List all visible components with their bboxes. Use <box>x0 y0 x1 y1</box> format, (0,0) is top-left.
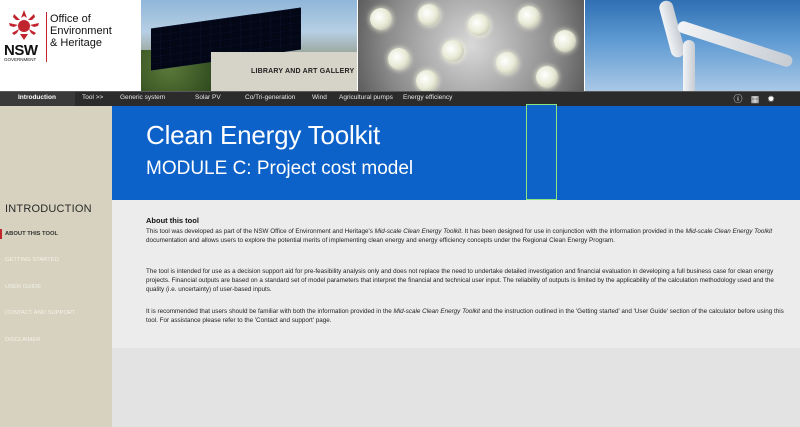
banner-image-light-bulbs <box>358 0 584 91</box>
p3-toolkit-title: Mid-scale Clean Energy Toolkit <box>393 308 481 315</box>
office-line-2: Environment <box>50 25 112 37</box>
p1-toolkit-title: Mid-scale Clean Energy Toolkit <box>374 228 462 235</box>
p1-toolkit-title-2: Mid-scale Clean Energy Toolkit <box>685 228 773 235</box>
bulb-icon <box>388 48 410 70</box>
p1-text-e: documentation and allows users to explor… <box>146 236 615 244</box>
calculator-icon[interactable]: ▦ <box>750 94 760 104</box>
sidebar-item-contact-and-support[interactable]: CONTACT AND SUPPORT <box>5 310 76 316</box>
content-footer-area <box>112 348 800 427</box>
logo-divider <box>46 12 47 62</box>
nav-item-agricultural-pumps[interactable]: Agricultural pumps <box>339 94 393 101</box>
p1-text-c: . It has been designed for use in conjun… <box>461 228 686 235</box>
sidebar: INTRODUCTION ABOUT THIS TOOL GETTING STA… <box>0 106 112 427</box>
sidebar-title: INTRODUCTION <box>5 203 92 215</box>
turbine-tower <box>683 40 695 91</box>
top-nav: Introduction Tool >> Generic system Sola… <box>0 91 800 106</box>
bulb-icon <box>554 30 576 52</box>
nav-item-solar-pv[interactable]: Solar PV <box>195 94 221 101</box>
bulb-icon <box>370 8 392 30</box>
government-wordmark: GOVERNMENT <box>4 57 37 62</box>
nav-item-wind[interactable]: Wind <box>312 94 327 101</box>
nav-item-generic-system[interactable]: Generic system <box>120 94 165 101</box>
office-line-1: Office of <box>50 13 91 25</box>
gallery-sign: LIBRARY AND ART GALLERY <box>251 68 355 75</box>
p1-text-a: This tool was developed as part of the N… <box>146 228 375 235</box>
bulb-icon <box>416 70 438 91</box>
bulb-icon <box>468 14 490 36</box>
hero-banner: Clean Energy Toolkit MODULE C: Project c… <box>112 104 800 200</box>
nav-item-introduction[interactable]: Introduction <box>18 94 56 101</box>
app-root: NSW GOVERNMENT Office of Environment & H… <box>0 0 800 427</box>
bulb-icon <box>418 4 440 26</box>
header: NSW GOVERNMENT Office of Environment & H… <box>0 0 800 91</box>
bulb-icon <box>518 6 540 28</box>
banner-image-wind-turbine <box>585 0 800 91</box>
gear-icon[interactable]: ✹ <box>766 94 776 104</box>
sidebar-item-getting-started[interactable]: GETTING STARTED <box>5 257 59 263</box>
office-wordmark: Office of Environment & Heritage <box>50 13 138 49</box>
banner-image-solar-gallery: LIBRARY AND ART GALLERY <box>141 0 357 91</box>
about-paragraph-2: The tool is intended for use as a decisi… <box>146 268 774 293</box>
nav-item-tool[interactable]: Tool >> <box>82 94 103 101</box>
bulb-icon <box>496 52 518 74</box>
info-icon[interactable]: ⓘ <box>733 94 743 104</box>
bulb-icon <box>442 40 464 62</box>
about-paragraph-3: It is recommended that users should be f… <box>146 308 786 326</box>
about-paragraph-1: This tool was developed as part of the N… <box>146 228 786 246</box>
about-heading: About this tool <box>146 216 199 225</box>
nav-item-cotri-generation[interactable]: Co/Tri-generation <box>245 94 295 101</box>
waratah-logo-icon <box>9 10 39 40</box>
bulb-icon <box>536 66 558 88</box>
sidebar-item-about-this-tool[interactable]: ABOUT THIS TOOL <box>5 231 58 237</box>
page-subtitle: MODULE C: Project cost model <box>146 158 414 179</box>
selected-cell-box[interactable] <box>526 104 557 200</box>
nav-item-energy-efficiency[interactable]: Energy efficiency <box>403 94 452 101</box>
about-content: About this tool This tool was developed … <box>112 200 800 348</box>
office-line-3: & Heritage <box>50 37 102 49</box>
sidebar-active-marker <box>0 229 2 239</box>
p3-text-a: It is recommended that users should be f… <box>146 308 394 315</box>
sidebar-item-user-guide[interactable]: USER GUIDE <box>5 284 41 290</box>
page-title: Clean Energy Toolkit <box>146 120 380 150</box>
nsw-oeh-logo[interactable]: NSW GOVERNMENT Office of Environment & H… <box>0 0 140 91</box>
sidebar-item-disclaimer[interactable]: DISCLAIMER <box>5 337 40 343</box>
